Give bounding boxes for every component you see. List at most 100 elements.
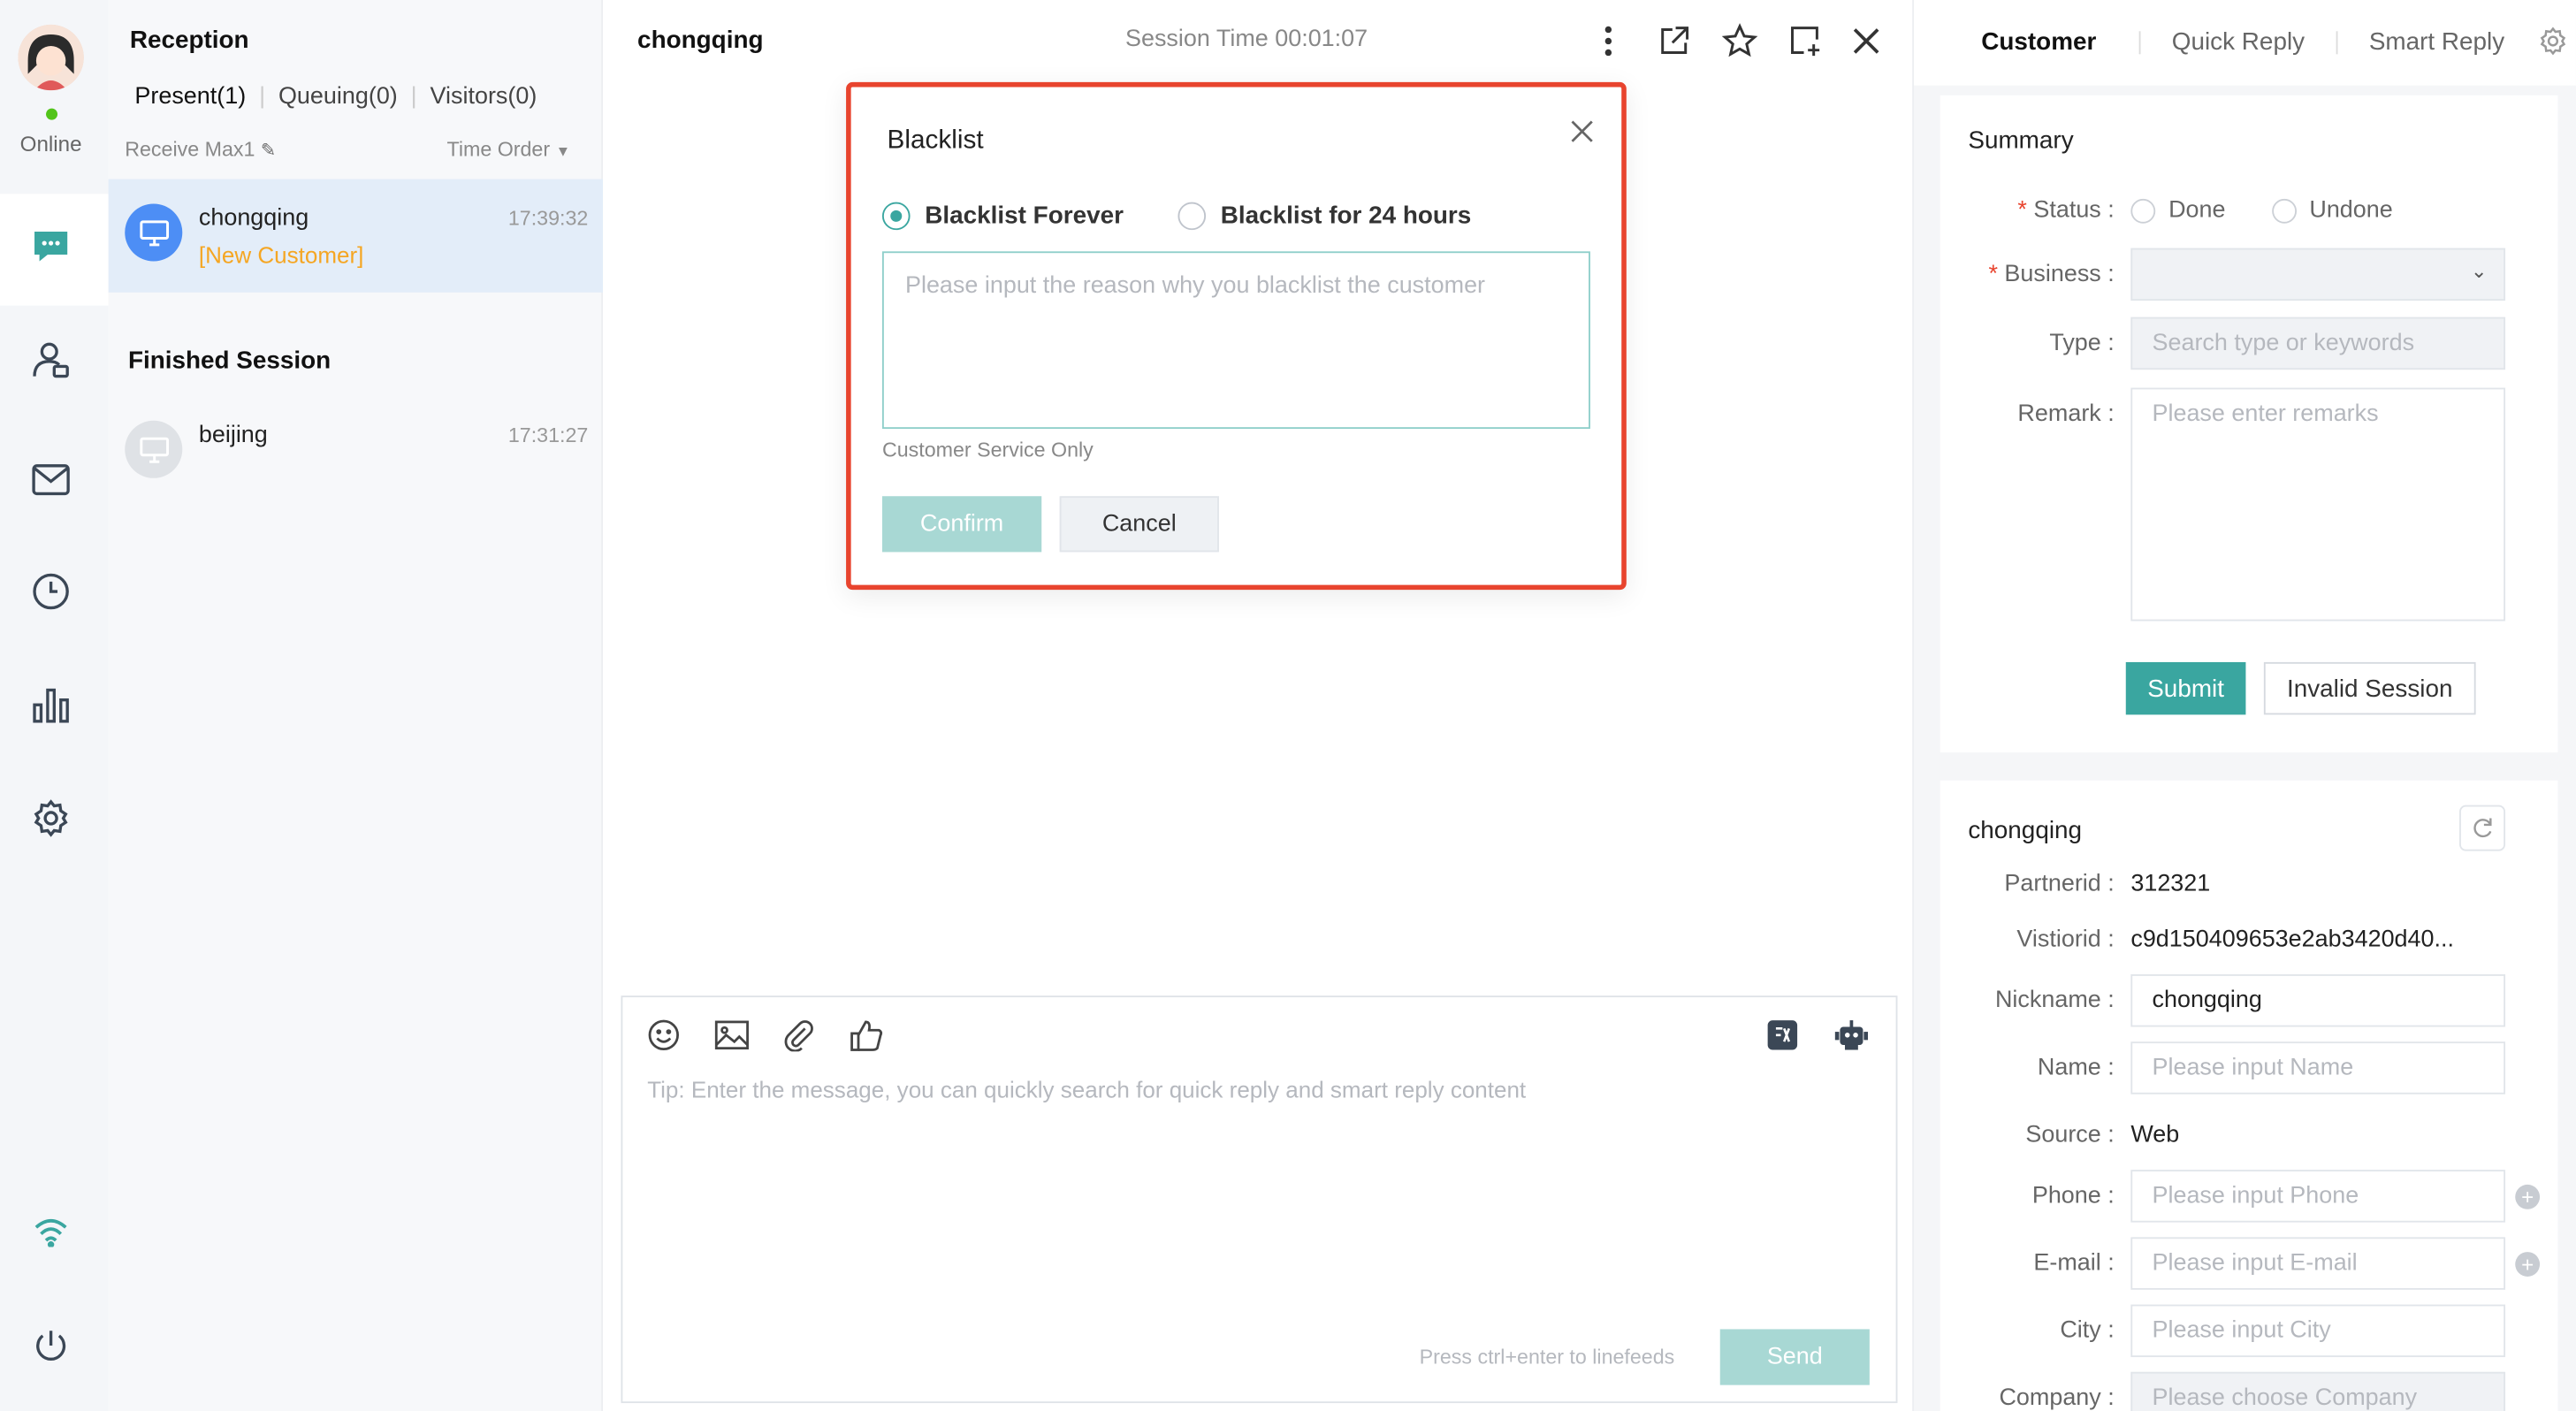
radio-checked-icon[interactable] xyxy=(881,202,911,231)
status-options: Done Undone xyxy=(2130,197,2393,224)
tab-separator xyxy=(2138,31,2141,55)
type-search-input[interactable]: Search type or keywords xyxy=(2130,317,2506,370)
tab-quick-reply[interactable]: Quick Reply xyxy=(2172,28,2305,57)
finished-session-title: Finished Session xyxy=(127,347,332,375)
add-phone-icon[interactable]: + xyxy=(2515,1184,2541,1209)
quick-reply-icon[interactable] xyxy=(1764,1017,1801,1053)
customer-info-panel: Customer Quick Reply Smart Reply Summary… xyxy=(1914,0,2576,1411)
customers-icon[interactable] xyxy=(29,339,72,381)
city-input[interactable]: Please input City xyxy=(2130,1304,2506,1358)
company-label: Company : xyxy=(1999,1384,2115,1411)
reason-placeholder: Please input the reason why you blacklis… xyxy=(904,272,1486,300)
name-label: Name : xyxy=(2037,1055,2115,1081)
edit-pencil-icon[interactable]: ✎ xyxy=(261,141,276,161)
session-item-active[interactable]: chongqing 17:39:32 [New Customer] xyxy=(108,179,604,293)
mail-icon[interactable] xyxy=(29,458,72,500)
source-label: Source : xyxy=(2025,1122,2115,1149)
left-rail: Online xyxy=(0,0,109,1411)
session-timer: Session Time 00:01:07 xyxy=(1125,26,1368,53)
emoji-icon[interactable] xyxy=(645,1017,682,1053)
remark-label: Remark : xyxy=(2017,400,2115,428)
email-input[interactable]: Please input E-mail xyxy=(2130,1237,2506,1290)
phone-label: Phone : xyxy=(2031,1183,2115,1209)
company-select[interactable]: Please choose Company xyxy=(2130,1371,2506,1411)
transfer-share-icon[interactable] xyxy=(1656,23,1692,59)
session-name: beijing xyxy=(198,422,268,449)
phone-input[interactable]: Please input Phone xyxy=(2130,1170,2506,1223)
radio-unchecked-icon[interactable] xyxy=(1177,202,1207,231)
invalid-session-button[interactable]: Invalid Session xyxy=(2263,661,2476,715)
radio-label: Blacklist for 24 hours xyxy=(1220,202,1472,231)
email-label: E-mail : xyxy=(2033,1250,2115,1277)
add-note-icon[interactable] xyxy=(1787,23,1824,59)
cancel-button[interactable]: Cancel xyxy=(1059,496,1219,553)
tab-smart-reply[interactable]: Smart Reply xyxy=(2369,28,2504,57)
settings-gear-icon[interactable] xyxy=(29,797,72,839)
thumbs-up-icon[interactable] xyxy=(848,1017,884,1053)
tab-visitors[interactable]: Visitors(0) xyxy=(420,84,546,111)
nickname-label: Nickname : xyxy=(1994,987,2115,1014)
blacklist-reason-textarea[interactable]: Please input the reason why you blacklis… xyxy=(881,251,1590,430)
session-time: 17:31:27 xyxy=(507,423,589,447)
web-visitor-icon xyxy=(125,203,183,262)
close-session-icon[interactable] xyxy=(1848,23,1885,59)
status-done-radio[interactable]: Done xyxy=(2130,197,2226,224)
image-icon[interactable] xyxy=(713,1017,750,1053)
history-clock-icon[interactable] xyxy=(29,570,72,613)
robot-icon[interactable] xyxy=(1833,1017,1870,1053)
receive-max-setting[interactable]: Receive Max1 ✎ xyxy=(125,138,276,161)
close-icon[interactable] xyxy=(1567,117,1597,146)
partnerid-label: Partnerid : xyxy=(2004,870,2115,897)
confirm-button[interactable]: Confirm xyxy=(881,496,1042,553)
customer-detail-card: chongqing Partnerid : 312321 Vistiorid :… xyxy=(1940,780,2558,1411)
chat-icon[interactable] xyxy=(29,225,72,268)
blacklist-dialog: Blacklist Blacklist Forever Blacklist fo… xyxy=(846,81,1627,591)
customer-service-note: Customer Service Only xyxy=(881,439,1094,462)
wifi-icon xyxy=(29,1211,72,1254)
attachment-icon[interactable] xyxy=(781,1017,817,1053)
time-order-label: Time Order xyxy=(446,138,551,162)
statistics-icon[interactable] xyxy=(29,683,72,726)
time-order-dropdown[interactable]: Time Order ▼ xyxy=(446,138,570,161)
refresh-icon[interactable] xyxy=(2459,805,2506,851)
status-undone-radio[interactable]: Undone xyxy=(2271,197,2393,224)
web-visitor-icon xyxy=(125,420,183,478)
radio-blacklist-24h[interactable]: Blacklist for 24 hours xyxy=(1177,202,1471,231)
more-vertical-icon[interactable] xyxy=(1590,23,1627,59)
logout-power-icon[interactable] xyxy=(29,1324,72,1367)
send-button[interactable]: Send xyxy=(1719,1329,1870,1385)
type-label: Type : xyxy=(2049,330,2115,357)
remark-textarea[interactable]: Please enter remarks xyxy=(2130,387,2506,622)
submit-button[interactable]: Submit xyxy=(2125,661,2246,715)
tab-separator: | xyxy=(410,83,417,111)
linefeed-hint: Press ctrl+enter to linefeeds xyxy=(1419,1346,1675,1369)
star-icon[interactable] xyxy=(1721,23,1758,59)
radio-blacklist-forever[interactable]: Blacklist Forever xyxy=(881,202,1124,231)
add-email-icon[interactable]: + xyxy=(2515,1252,2541,1277)
agent-avatar[interactable] xyxy=(18,24,84,91)
tab-present[interactable]: Present(1) xyxy=(125,84,255,111)
name-input[interactable]: Please input Name xyxy=(2130,1041,2506,1094)
online-status-label: Online xyxy=(19,131,82,156)
city-label: City : xyxy=(2060,1317,2115,1345)
summary-card: Summary * Status : Done Undone * Busines… xyxy=(1940,95,2558,753)
tab-customer[interactable]: Customer xyxy=(1981,28,2096,57)
session-tabs: Present(1) | Queuing(0) | Visitors(0) xyxy=(125,84,546,111)
partnerid-value: 312321 xyxy=(2130,870,2211,897)
dialog-title: Blacklist xyxy=(887,126,984,155)
caret-down-icon: ▼ xyxy=(555,142,571,160)
source-value: Web xyxy=(2130,1122,2180,1149)
message-composer[interactable]: Tip: Enter the message, you can quickly … xyxy=(621,995,1898,1404)
customer-name-title: chongqing xyxy=(1968,816,2083,845)
session-list-panel: Reception Present(1) | Queuing(0) | Visi… xyxy=(108,0,604,1411)
tab-separator: | xyxy=(259,83,266,111)
visitorid-value: c9d150409653e2ab3420d40... xyxy=(2130,927,2454,953)
business-select[interactable]: ⌄ xyxy=(2130,248,2506,301)
tab-queuing[interactable]: Queuing(0) xyxy=(269,84,408,111)
nickname-input[interactable]: chongqing xyxy=(2130,974,2506,1027)
radio-label: Blacklist Forever xyxy=(925,202,1124,231)
session-time: 17:39:32 xyxy=(507,207,589,231)
session-item-finished[interactable]: beijing 17:31:27 xyxy=(109,396,603,509)
panel-settings-gear-icon[interactable] xyxy=(2538,27,2567,65)
composer-tip: Tip: Enter the message, you can quickly … xyxy=(647,1076,1527,1102)
